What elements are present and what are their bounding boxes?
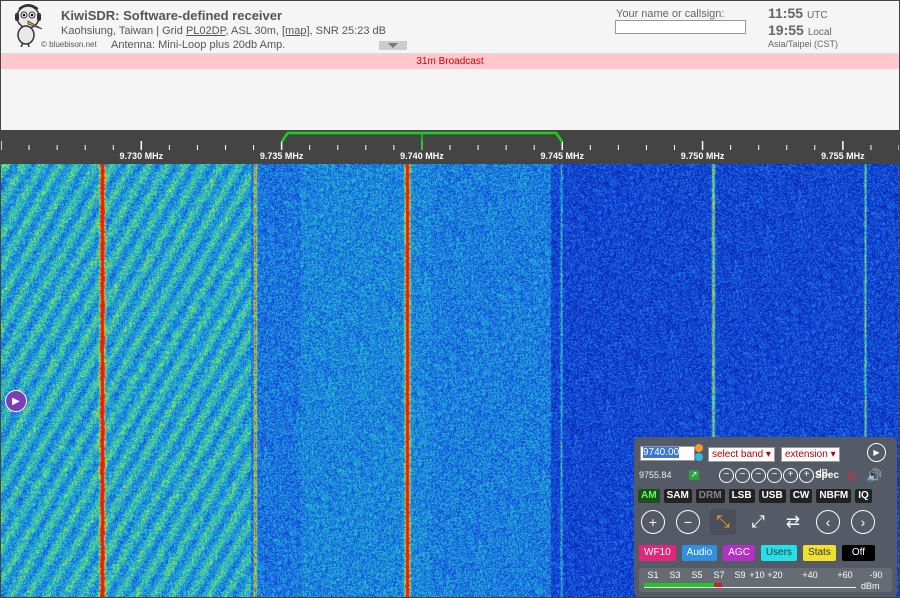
s-meter-peak: [713, 583, 722, 587]
s-meter-label: +10: [749, 570, 765, 580]
kiwisdr-window: KiwiSDR: Software-defined receiver Kaohs…: [0, 0, 900, 598]
zoom-button-4[interactable]: −: [767, 468, 782, 483]
mode-usb[interactable]: USB: [758, 489, 786, 503]
link-icon[interactable]: ↗: [689, 470, 699, 480]
mode-lsb[interactable]: LSB: [728, 489, 755, 503]
s-meter-label: S1: [647, 570, 659, 580]
zoom-out-icon[interactable]: −: [675, 509, 701, 535]
station-info: Kaohsiung, Taiwan | Grid PL02DP, ASL 30m…: [61, 25, 386, 37]
grid-link[interactable]: PL02DP: [186, 25, 226, 37]
page-right-icon[interactable]: ›: [850, 509, 876, 535]
mode-buttons: AM SAM DRM LSB USB CW NBFM IQ: [638, 489, 872, 503]
s-meter-scale-line: [644, 587, 856, 588]
s-meter-label: S7: [713, 570, 725, 580]
utc-clock: 11:55 UTC: [768, 5, 828, 21]
zoom-button-2[interactable]: −: [735, 468, 750, 483]
s-meter-label: S5: [691, 570, 703, 580]
scale-tick-label: 9.740 MHz: [400, 151, 444, 161]
zoom-button-6[interactable]: +: [799, 468, 814, 483]
page-title: KiwiSDR: Software-defined receiver: [61, 8, 283, 23]
extension-select[interactable]: extension ▾: [781, 447, 840, 462]
band-bar[interactable]: 31m Broadcast: [1, 54, 899, 69]
location-text: Kaohsiung, Taiwan | Grid: [61, 25, 183, 37]
users-button[interactable]: Users: [760, 545, 798, 561]
timezone-label: Asia/Taipei (CST): [768, 39, 839, 49]
page-left-icon[interactable]: ‹: [815, 509, 841, 535]
header-bar: KiwiSDR: Software-defined receiver Kaohs…: [1, 1, 899, 54]
panel-buttons: WF10 Audio AGC Users Stats Off: [639, 545, 875, 561]
callsign-input[interactable]: [615, 20, 746, 34]
mode-am[interactable]: AM: [638, 489, 660, 503]
asl-text: , ASL 30m,: [225, 25, 282, 37]
speaker-icon[interactable]: 🔊: [866, 468, 882, 484]
s-meter-label: -90: [869, 570, 883, 580]
off-button[interactable]: Off: [841, 545, 875, 561]
zoom-button-3[interactable]: −: [751, 468, 766, 483]
step-up-icon[interactable]: [695, 444, 703, 452]
refresh-icon[interactable]: ↻: [847, 469, 858, 485]
local-label: Local: [807, 27, 832, 38]
scale-tick-label: 9.745 MHz: [540, 151, 585, 161]
s-meter-label: +60: [837, 570, 853, 580]
collapse-header-button[interactable]: [379, 41, 407, 50]
zoom-band-icon[interactable]: ⤡: [710, 509, 736, 535]
side-panel-toggle-button[interactable]: ▶: [5, 390, 27, 412]
step-down-icon[interactable]: [695, 453, 703, 461]
secondary-frequency: 9755.84: [639, 470, 672, 480]
callsign-label: Your name or callsign:: [616, 8, 725, 20]
frequency-input[interactable]: 9740.00: [640, 446, 695, 461]
spectrum-area: [1, 70, 899, 130]
play-icon[interactable]: ▶: [867, 443, 886, 462]
control-panel: 9740.00 select band ▾ extension ▾ ▶ 9755…: [634, 437, 897, 597]
map-link[interactable]: [map]: [282, 25, 310, 37]
mode-sam[interactable]: SAM: [663, 489, 692, 503]
local-time: 19:55: [768, 22, 804, 38]
mode-drm[interactable]: DRM: [695, 489, 725, 503]
s-meter-label: +40: [802, 570, 818, 580]
zoom-max-icon[interactable]: ⤢: [745, 509, 771, 535]
mode-cw[interactable]: CW: [789, 489, 813, 503]
zoom-controls: + − ⤡ ⤢ ⇄ ‹ ›: [640, 509, 876, 535]
local-clock: 19:55 Local: [768, 22, 832, 38]
utc-time: 11:55: [768, 5, 804, 21]
zoom-db-buttons: − − − − + + dB: [719, 468, 828, 483]
chevron-down-icon: [388, 43, 398, 48]
spec-button[interactable]: Spec: [815, 470, 839, 481]
scale-tick-label: 9.755 MHz: [821, 151, 865, 161]
s-meter-label: S9: [734, 570, 746, 580]
zoom-button-5[interactable]: +: [783, 468, 798, 483]
s-meter-label: S3: [669, 570, 681, 580]
antenna-info: Antenna: Mini-Loop plus 20db Amp.: [111, 39, 286, 51]
mode-nbfm[interactable]: NBFM: [816, 489, 852, 503]
zoom-button-1[interactable]: −: [719, 468, 734, 483]
agc-button[interactable]: AGC: [723, 545, 755, 561]
credit-link[interactable]: © bluebison.net: [41, 40, 97, 49]
scale-tick-label: 9.735 MHz: [259, 151, 304, 161]
scale-tick-label: 9.750 MHz: [680, 151, 725, 161]
mode-iq[interactable]: IQ: [855, 489, 872, 503]
band-select[interactable]: select band ▾: [708, 447, 775, 462]
s-meter-level: [644, 583, 714, 587]
swap-icon[interactable]: ⇄: [780, 509, 806, 535]
audio-button[interactable]: Audio: [681, 545, 718, 561]
wf-button[interactable]: WF10: [639, 545, 676, 561]
band-select-label: select band: [712, 449, 764, 460]
extension-select-label: extension: [785, 449, 828, 460]
stats-button[interactable]: Stats: [803, 545, 836, 561]
step-buttons[interactable]: [695, 444, 703, 462]
frequency-value: 9740.00: [643, 447, 680, 458]
dbm-unit: dBm: [861, 581, 880, 591]
zoom-in-icon[interactable]: +: [640, 509, 666, 535]
s-meter: dBm S1 S3 S5 S7 S9 +10 +20 +40 +60 -90: [639, 568, 892, 592]
frequency-scale[interactable]: 9.730 MHz 9.735 MHz 9.740 MHz 9.745 MHz 9.75…: [1, 130, 899, 164]
utc-label: UTC: [807, 10, 828, 21]
scale-tick-label: 9.730 MHz: [119, 151, 164, 161]
s-meter-label: +20: [767, 570, 783, 580]
snr-text: , SNR 25:23 dB: [309, 25, 386, 37]
